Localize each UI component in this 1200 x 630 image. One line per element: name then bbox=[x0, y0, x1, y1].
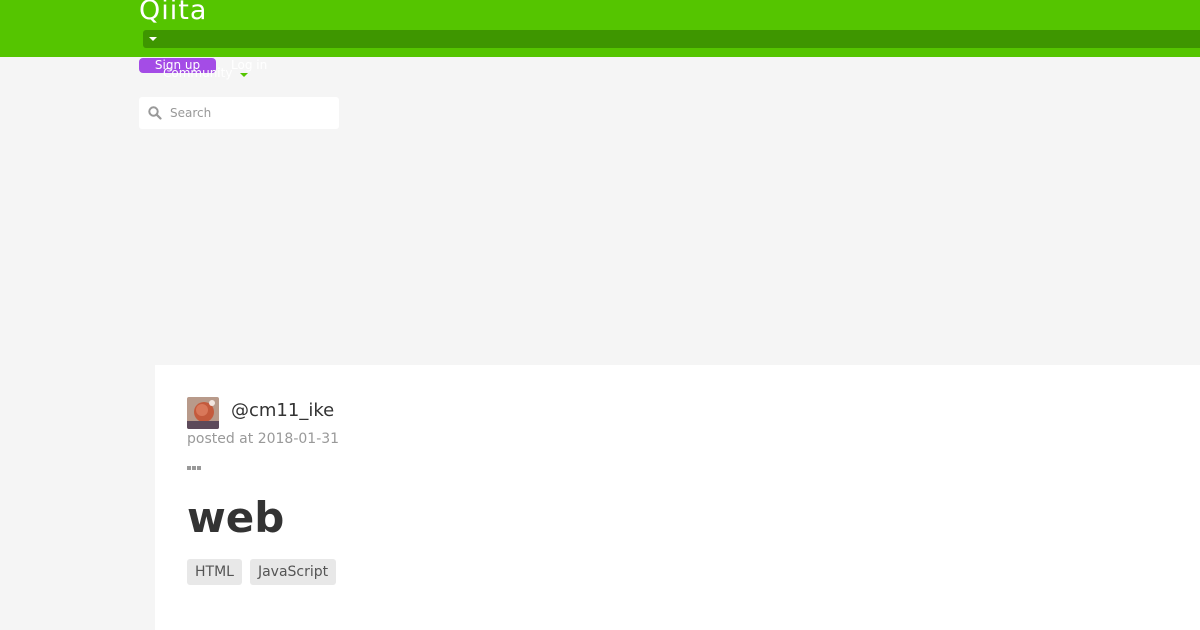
author-username[interactable]: @cm11_ike bbox=[231, 400, 334, 421]
article-title: web bbox=[187, 493, 285, 542]
posted-date: posted at 2018-01-31 bbox=[187, 431, 340, 447]
community-menu-label[interactable]: Community bbox=[163, 66, 232, 81]
global-header: Qiita bbox=[0, 0, 1200, 57]
search-icon bbox=[148, 106, 162, 120]
article-card: @cm11_ike posted at 2018-01-31 web HTML … bbox=[155, 365, 1200, 630]
login-link[interactable]: Log in bbox=[231, 58, 267, 73]
search-input[interactable] bbox=[170, 103, 330, 123]
chevron-down-icon bbox=[149, 37, 157, 41]
community-dropdown-bar[interactable] bbox=[143, 30, 1200, 48]
tag-list: HTML JavaScript bbox=[187, 559, 337, 585]
tag-javascript[interactable]: JavaScript bbox=[249, 559, 337, 585]
more-icon[interactable] bbox=[187, 455, 203, 470]
chevron-down-icon bbox=[240, 73, 248, 77]
avatar[interactable] bbox=[187, 397, 219, 429]
search-box[interactable] bbox=[139, 97, 339, 129]
qiita-logo[interactable]: Qiita bbox=[139, 0, 207, 26]
tag-html[interactable]: HTML bbox=[187, 559, 242, 585]
